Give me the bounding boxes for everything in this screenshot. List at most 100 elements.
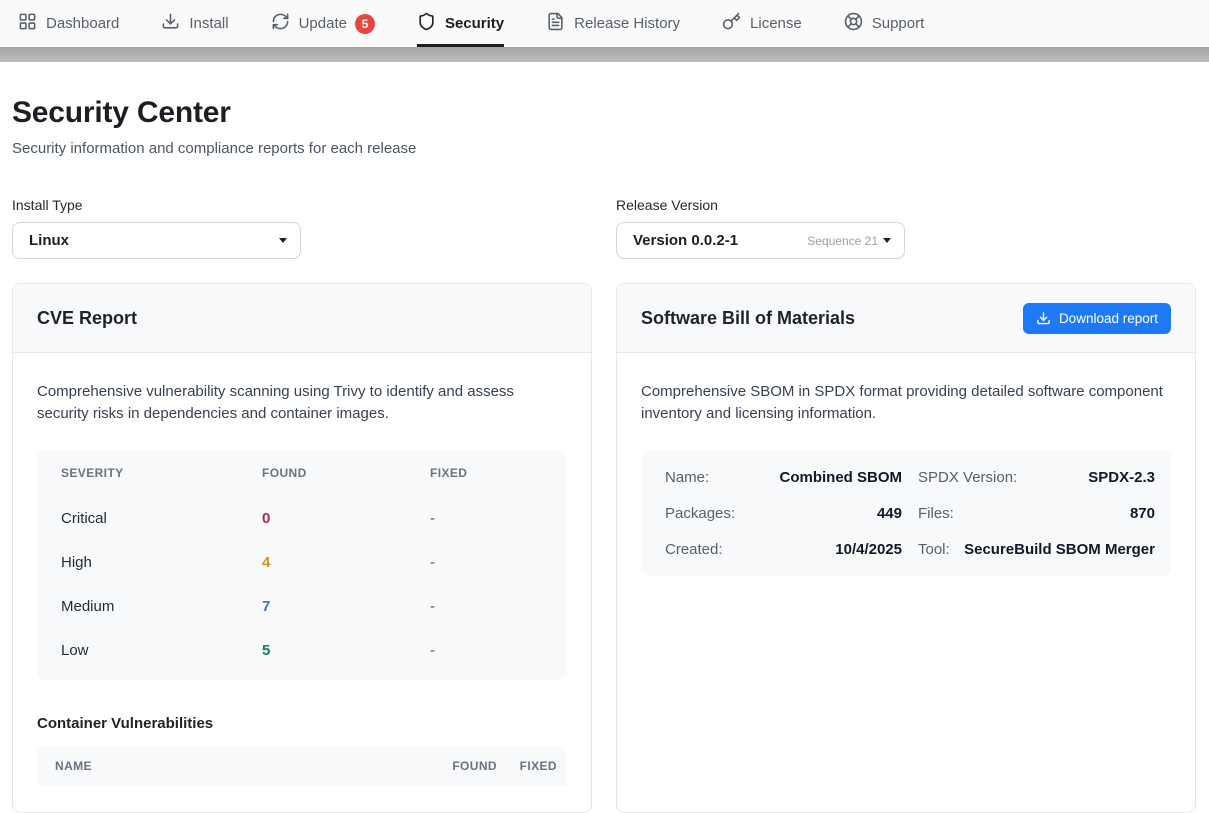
release-version-label: Release Version: [616, 197, 905, 213]
severity-name: Medium: [61, 598, 262, 615]
key-icon: [722, 12, 741, 35]
nav-tab-security[interactable]: Security: [417, 0, 504, 47]
page-title: Security Center: [12, 96, 1197, 130]
install-type-value: Linux: [29, 232, 69, 249]
field-label: SPDX Version:: [918, 469, 1017, 486]
table-row: Medium 7 -: [61, 584, 543, 628]
col-found: FOUND: [421, 759, 497, 773]
install-type-select[interactable]: Linux: [12, 222, 301, 259]
install-type-label: Install Type: [12, 197, 301, 213]
release-version-select[interactable]: Version 0.0.2-1 Sequence 21: [616, 222, 905, 259]
sbom-field-packages: Packages: 449: [665, 505, 902, 522]
cve-report-description: Comprehensive vulnerability scanning usi…: [37, 381, 559, 424]
col-name: NAME: [55, 759, 421, 773]
severity-found-count: 4: [262, 554, 430, 571]
field-label: Files:: [918, 505, 954, 522]
sbom-header: Software Bill of Materials Download repo…: [617, 284, 1195, 353]
update-count-badge: 5: [355, 14, 375, 34]
download-icon: [1036, 311, 1051, 326]
sbom-field-files: Files: 870: [918, 505, 1155, 522]
table-row: High 4 -: [61, 540, 543, 584]
nav-label: Release History: [574, 15, 680, 32]
download-report-label: Download report: [1059, 311, 1158, 326]
chevron-down-icon: [279, 238, 287, 243]
severity-fixed-count: -: [430, 510, 543, 527]
nav-label: Security: [445, 15, 504, 32]
severity-found-count: 5: [262, 642, 430, 659]
sbom-field-created: Created: 10/4/2025: [665, 541, 902, 558]
col-fixed: FIXED: [430, 466, 543, 480]
download-icon: [161, 12, 180, 35]
container-vulnerabilities-title: Container Vulnerabilities: [37, 715, 567, 732]
nav-label: Dashboard: [46, 15, 119, 32]
field-label: Name:: [665, 469, 709, 486]
table-row: Packages: 449 Files: 870: [665, 495, 1155, 531]
sbom-title: Software Bill of Materials: [641, 308, 855, 329]
field-value: 10/4/2025: [835, 541, 902, 558]
main-content: Security Center Security information and…: [0, 96, 1209, 813]
top-nav: Dashboard Install Update 5 Security Rele…: [0, 0, 1209, 47]
sbom-field-name: Name: Combined SBOM: [665, 469, 902, 486]
nav-tab-release-history[interactable]: Release History: [546, 0, 680, 47]
dashboard-grid-icon: [18, 12, 37, 35]
nav-label: Update: [299, 15, 347, 32]
table-row: Name: Combined SBOM SPDX Version: SPDX-2…: [665, 459, 1155, 495]
shield-icon: [417, 12, 436, 35]
severity-name: Critical: [61, 510, 262, 527]
col-found: FOUND: [262, 466, 430, 480]
cards-row: CVE Report Comprehensive vulnerability s…: [12, 283, 1197, 813]
cve-report-card: CVE Report Comprehensive vulnerability s…: [12, 283, 592, 813]
container-vulnerabilities-header: NAME FOUND FIXED: [37, 746, 567, 786]
severity-table-header: SEVERITY FOUND FIXED: [61, 450, 543, 496]
release-version-filter: Release Version Version 0.0.2-1 Sequence…: [616, 197, 905, 259]
field-value: 870: [1130, 505, 1155, 522]
download-report-button[interactable]: Download report: [1023, 303, 1171, 334]
sbom-field-spdx-version: SPDX Version: SPDX-2.3: [918, 469, 1155, 486]
severity-table: SEVERITY FOUND FIXED Critical 0 - High 4…: [37, 450, 567, 680]
release-version-value: Version 0.0.2-1: [633, 232, 738, 249]
cve-report-header: CVE Report: [13, 284, 591, 353]
field-label: Packages:: [665, 505, 735, 522]
sbom-body: Comprehensive SBOM in SPDX format provid…: [617, 353, 1195, 600]
severity-found-count: 0: [262, 510, 430, 527]
severity-name: Low: [61, 642, 262, 659]
nav-label: License: [750, 15, 802, 32]
chevron-down-icon: [883, 238, 891, 243]
severity-fixed-count: -: [430, 598, 543, 615]
field-label: Created:: [665, 541, 723, 558]
sbom-card: Software Bill of Materials Download repo…: [616, 283, 1196, 813]
table-row: Low 5 -: [61, 628, 543, 672]
table-row: Created: 10/4/2025 Tool: SecureBuild SBO…: [665, 531, 1155, 567]
table-row: Critical 0 -: [61, 496, 543, 540]
sbom-info-grid: Name: Combined SBOM SPDX Version: SPDX-2…: [641, 450, 1171, 576]
life-buoy-icon: [844, 12, 863, 35]
refresh-icon: [271, 12, 290, 35]
sbom-description: Comprehensive SBOM in SPDX format provid…: [641, 381, 1163, 424]
nav-tab-update[interactable]: Update 5: [271, 0, 375, 47]
field-value: SPDX-2.3: [1088, 469, 1155, 486]
file-text-icon: [546, 12, 565, 35]
severity-found-count: 7: [262, 598, 430, 615]
field-value: Combined SBOM: [780, 469, 903, 486]
filters-row: Install Type Linux Release Version Versi…: [12, 197, 1197, 259]
field-value: 449: [877, 505, 902, 522]
severity-fixed-count: -: [430, 554, 543, 571]
col-severity: SEVERITY: [61, 466, 262, 480]
page-subtitle: Security information and compliance repo…: [12, 140, 1197, 157]
sbom-field-tool: Tool: SecureBuild SBOM Merger: [918, 541, 1155, 558]
cve-report-body: Comprehensive vulnerability scanning usi…: [13, 353, 591, 810]
header-divider-band: [0, 47, 1209, 62]
field-value: SecureBuild SBOM Merger: [964, 541, 1155, 558]
release-sequence: Sequence 21: [807, 234, 891, 248]
field-label: Tool:: [918, 541, 950, 558]
cve-report-title: CVE Report: [37, 308, 137, 329]
install-type-filter: Install Type Linux: [12, 197, 301, 259]
nav-label: Install: [189, 15, 228, 32]
nav-tab-support[interactable]: Support: [844, 0, 925, 47]
nav-tab-install[interactable]: Install: [161, 0, 228, 47]
severity-fixed-count: -: [430, 642, 543, 659]
col-fixed: FIXED: [497, 759, 557, 773]
nav-tab-license[interactable]: License: [722, 0, 802, 47]
sequence-label: Sequence 21: [807, 234, 878, 248]
nav-tab-dashboard[interactable]: Dashboard: [18, 0, 119, 47]
